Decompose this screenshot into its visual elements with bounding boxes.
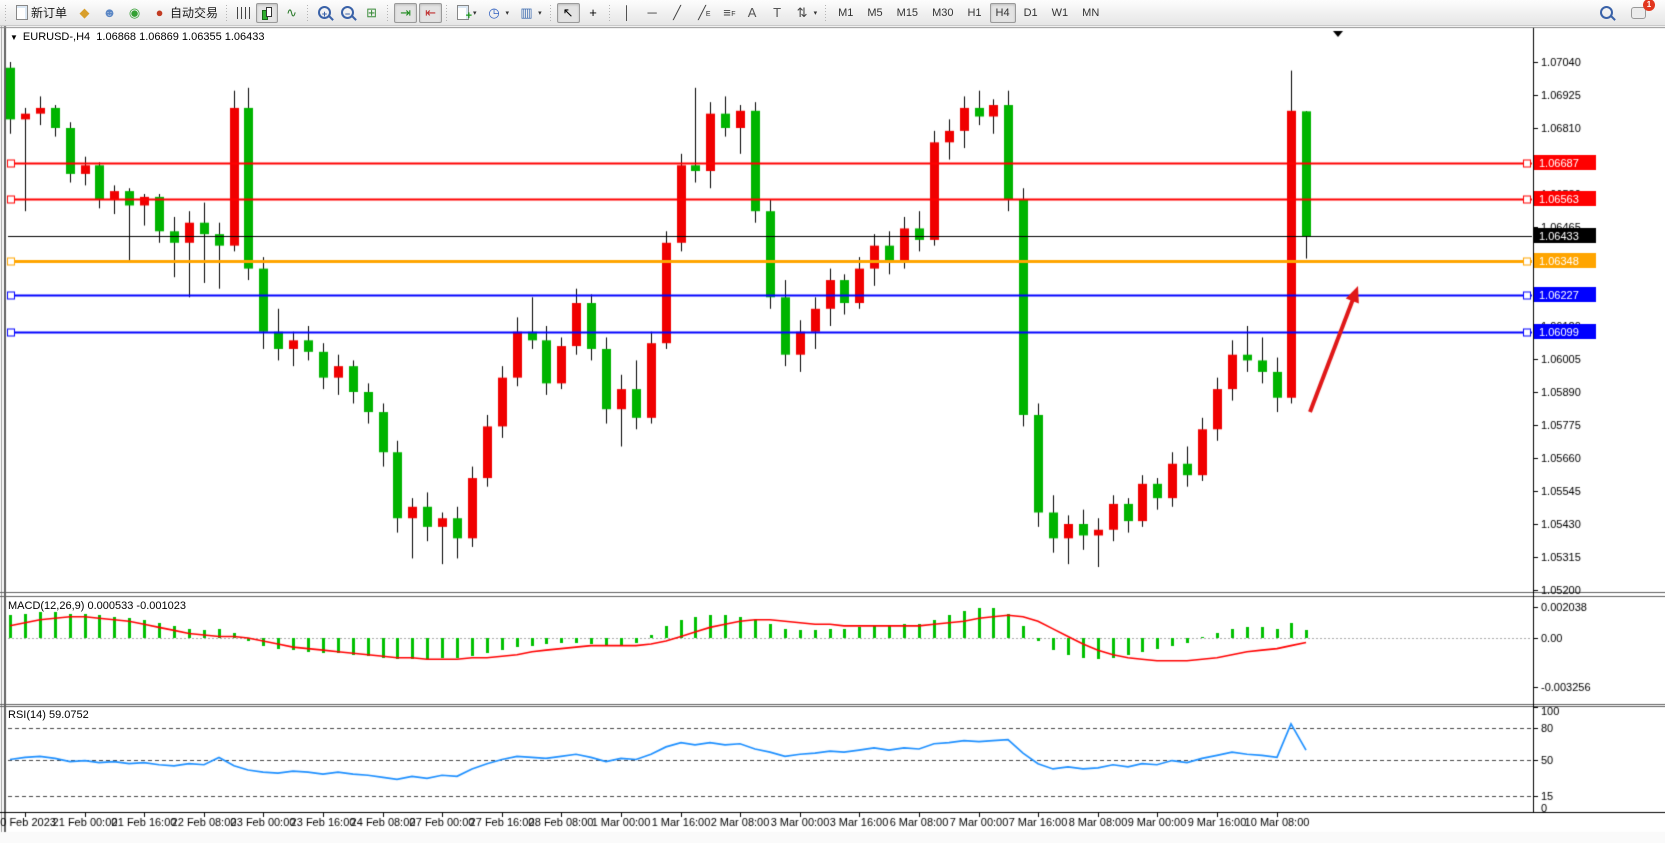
tf-h1-button[interactable]: H1 — [961, 3, 987, 23]
horizontal-line-button[interactable]: ─ — [641, 3, 664, 23]
toolbar-drag-handle[interactable] — [4, 5, 7, 21]
diamond-icon: ◆ — [77, 5, 92, 20]
toolbar-drag-handle[interactable] — [386, 5, 389, 21]
cursor-button[interactable]: ↖ — [557, 3, 580, 23]
arrows-icon: ⇅ — [795, 5, 810, 20]
template-icon: ▥ — [519, 5, 534, 20]
tf-m15-button[interactable]: M15 — [891, 3, 924, 23]
sonar-icon: ◉ — [127, 5, 142, 20]
fibonacci-button[interactable]: ≡F — [716, 3, 739, 23]
market-watch-button[interactable]: ☻ — [98, 3, 121, 23]
toolbar-drag-handle[interactable] — [225, 5, 228, 21]
zoom-out-icon — [341, 6, 354, 19]
chevron-down-icon: ▾ — [506, 9, 510, 17]
toolbar-drag-handle[interactable] — [445, 5, 448, 21]
tf-d1-button[interactable]: D1 — [1018, 3, 1044, 23]
search-icon — [1600, 6, 1613, 19]
autotrade-icon: ● — [152, 5, 167, 20]
auto-scroll-button[interactable]: ⇥ — [394, 3, 417, 23]
tf-d1-button-label: D1 — [1024, 7, 1038, 19]
trendline-button[interactable]: ╱ — [666, 3, 689, 23]
chart-profile-button[interactable]: ◆ — [73, 3, 96, 23]
notification-badge: 1 — [1643, 0, 1655, 11]
text-label-icon: T — [770, 5, 785, 20]
toolbar-drag-handle[interactable] — [824, 5, 827, 21]
crosshair-button[interactable]: + — [582, 3, 605, 23]
text-label-button[interactable]: T — [766, 3, 789, 23]
macd-indicator-label: MACD(12,26,9) 0.000533 -0.001023 — [8, 600, 186, 612]
zoom-in-icon — [318, 6, 331, 19]
tf-w1-button[interactable]: W1 — [1046, 3, 1075, 23]
crosshair-icon: + — [586, 5, 601, 20]
page-icon — [16, 5, 28, 20]
arrows-button[interactable]: ⇅▾ — [791, 3, 822, 23]
tf-w1-button-label: W1 — [1052, 7, 1069, 19]
toolbar-drag-handle[interactable] — [306, 5, 309, 21]
search-button[interactable] — [1596, 3, 1617, 23]
tf-m30-button[interactable]: M30 — [926, 3, 959, 23]
bar-chart-icon — [237, 7, 250, 19]
templates-menu-button[interactable]: ▥▾ — [515, 3, 546, 23]
zoom-in-button[interactable] — [314, 3, 335, 23]
toolbar-right-cluster: 1 — [1595, 3, 1661, 23]
zoom-out-button[interactable] — [337, 3, 358, 23]
chart-canvas[interactable] — [0, 0, 1665, 843]
tf-mn-button-label: MN — [1082, 7, 1099, 19]
vertical-line-icon: │ — [620, 5, 635, 20]
autotrading-button-label: 自动交易 — [170, 4, 218, 21]
tf-h4-button[interactable]: H4 — [990, 3, 1016, 23]
periods-menu-button[interactable]: ◷▾ — [483, 3, 514, 23]
channel-icon: ╱E — [695, 5, 710, 20]
equidistant-channel-button[interactable]: ╱E — [691, 3, 714, 23]
auto-scroll-icon: ⇥ — [398, 5, 413, 20]
tf-m1-button-label: M1 — [838, 7, 853, 19]
tf-m30-button-label: M30 — [932, 7, 953, 19]
tf-m5-button[interactable]: M5 — [861, 3, 888, 23]
tf-m5-button-label: M5 — [867, 7, 882, 19]
chart-ohlc-values: 1.06868 1.06869 1.06355 1.06433 — [96, 31, 264, 43]
rsi-indicator-label: RSI(14) 59.0752 — [8, 709, 89, 721]
candlestick-chart-button[interactable] — [256, 3, 278, 23]
cursor-icon: ↖ — [561, 5, 576, 20]
autotrading-button[interactable]: ●自动交易 — [148, 3, 222, 23]
chart-symbol-period: EURUSD-,H4 — [23, 31, 90, 43]
line-chart-icon: ∿ — [284, 5, 299, 20]
fibonacci-icon: ≡F — [720, 5, 735, 20]
horizontal-line-icon: ─ — [645, 5, 660, 20]
chart-title: ▼ EURUSD-,H4 1.06868 1.06869 1.06355 1.06… — [10, 31, 265, 43]
vertical-line-button[interactable]: │ — [616, 3, 639, 23]
signals-button[interactable]: ◉ — [123, 3, 146, 23]
new-order-button[interactable]: 新订单 — [12, 3, 71, 23]
tf-m15-button-label: M15 — [897, 7, 918, 19]
indicators-icon — [457, 5, 469, 20]
clock-icon: ◷ — [487, 5, 502, 20]
tf-mn-button[interactable]: MN — [1076, 3, 1105, 23]
tf-h4-button-label: H4 — [996, 7, 1010, 19]
notifications-button[interactable]: 1 — [1627, 3, 1650, 23]
chevron-down-icon: ▾ — [814, 9, 818, 17]
chevron-down-icon: ▾ — [473, 9, 477, 17]
trendline-icon: ╱ — [670, 5, 685, 20]
text-icon: A — [745, 5, 760, 20]
text-button[interactable]: A — [741, 3, 764, 23]
bar-chart-button[interactable] — [233, 3, 254, 23]
candlesticks-icon — [260, 6, 274, 20]
mt4-window: ▼ EURUSD-,H4 1.06868 1.06869 1.06355 1.06… — [0, 0, 1665, 843]
line-chart-button[interactable]: ∿ — [280, 3, 303, 23]
tile-windows-button[interactable]: ⊞ — [360, 3, 383, 23]
chart-shift-icon: ⇤ — [423, 5, 438, 20]
tf-h1-button-label: H1 — [967, 7, 981, 19]
toolbar-drag-handle[interactable] — [549, 5, 552, 21]
person-icon: ☻ — [102, 5, 117, 20]
chart-menu-icon[interactable]: ▼ — [10, 33, 18, 42]
toolbar-drag-handle[interactable] — [608, 5, 611, 21]
main-toolbar: 新订单◆☻◉●自动交易∿⊞⇥⇤▾◷▾▥▾↖+│─╱╱E≡FAT⇅▾M1M5M15… — [0, 0, 1665, 26]
indicators-menu-button[interactable]: ▾ — [453, 3, 481, 23]
chevron-down-icon: ▾ — [538, 9, 542, 17]
chart-shift-button[interactable]: ⇤ — [419, 3, 442, 23]
tf-m1-button[interactable]: M1 — [832, 3, 859, 23]
tile-windows-icon: ⊞ — [364, 5, 379, 20]
new-order-button-label: 新订单 — [31, 4, 67, 21]
